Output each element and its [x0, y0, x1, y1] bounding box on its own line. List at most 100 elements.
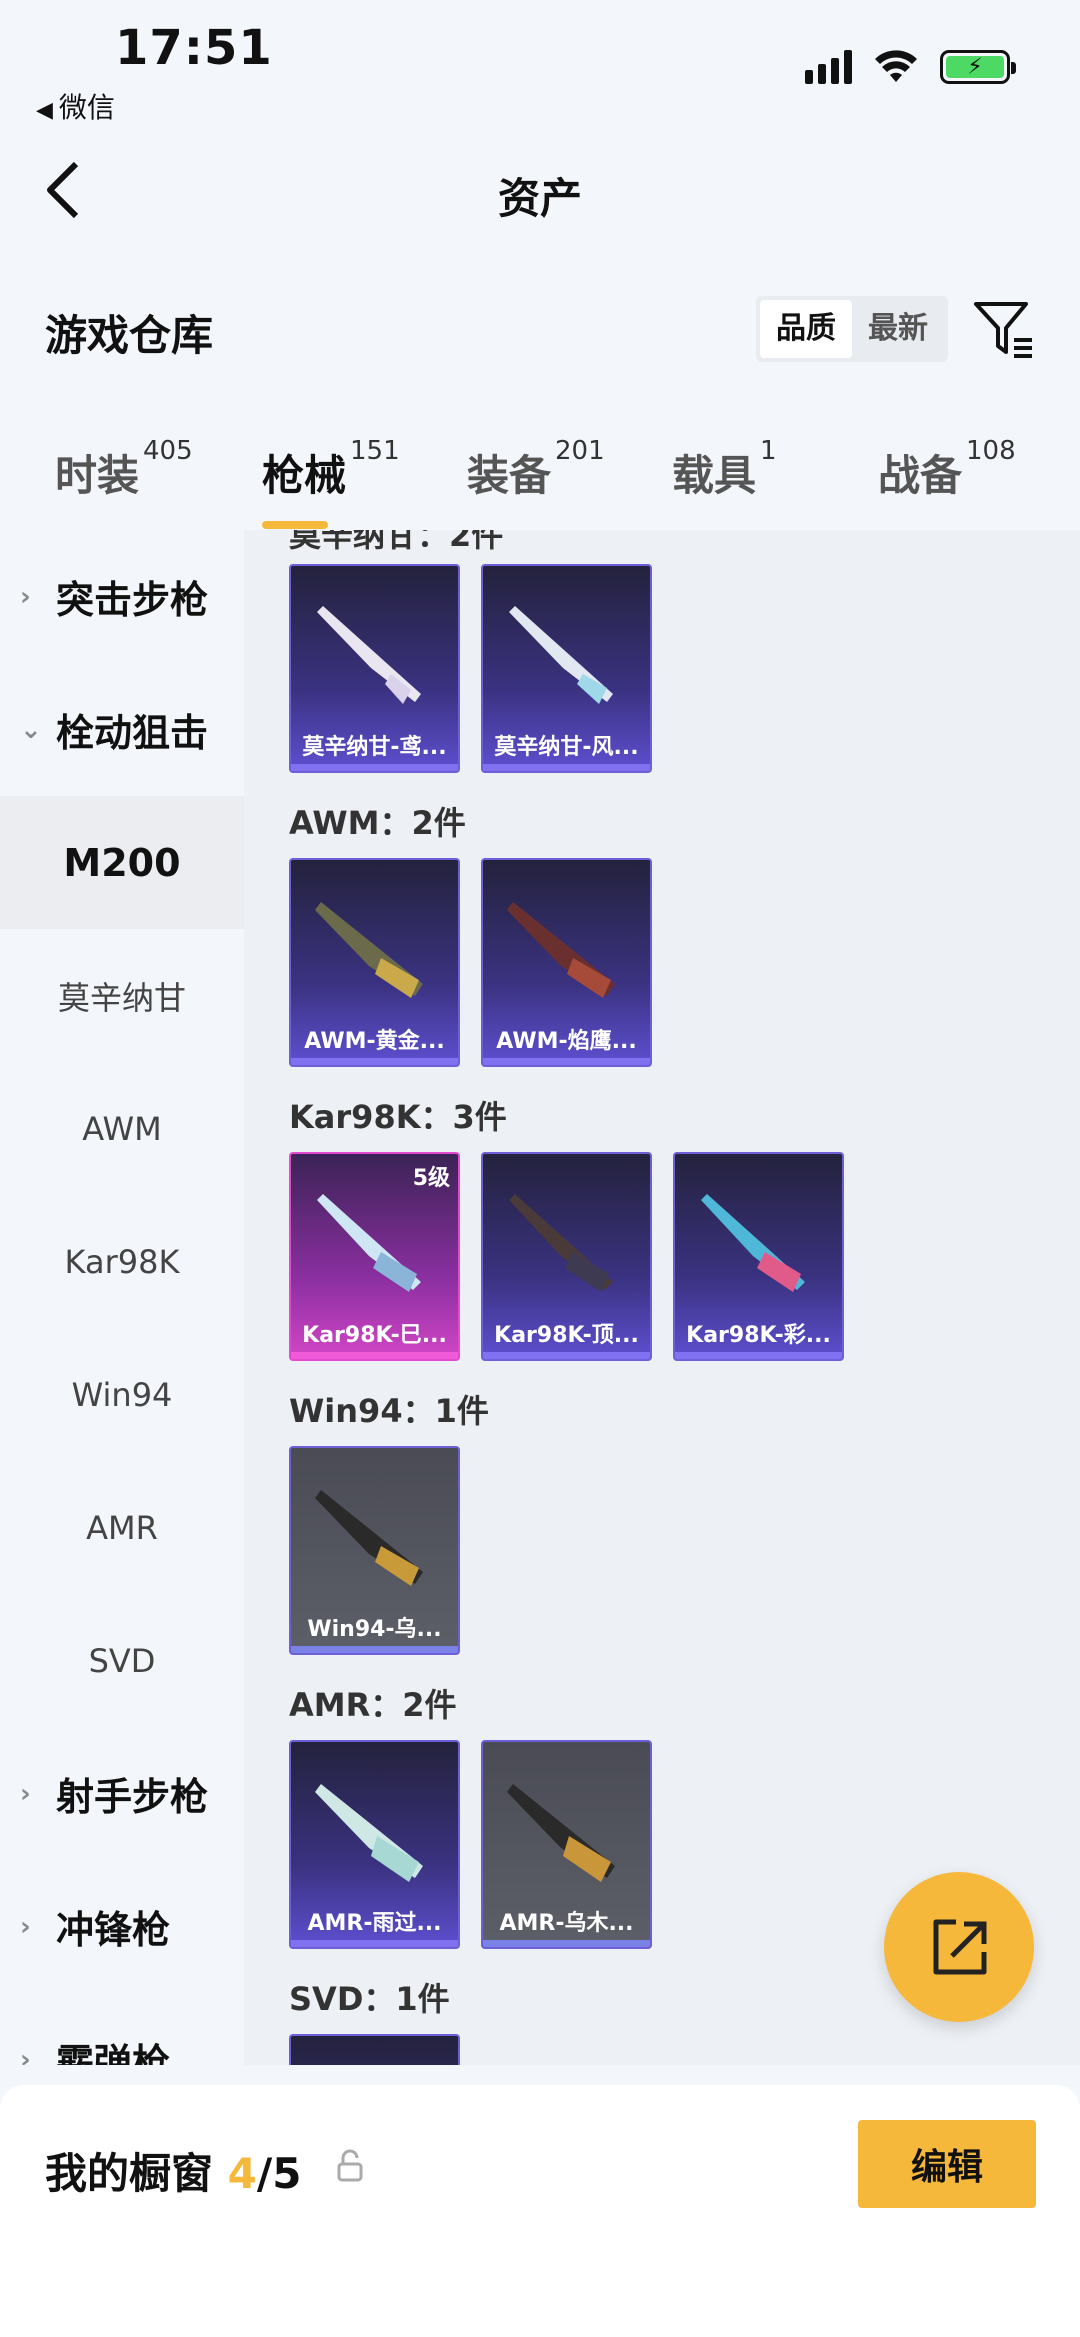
- rifle-icon: [315, 902, 423, 998]
- rifle-icon: [509, 1194, 613, 1292]
- nav-bar: 资产: [0, 140, 1080, 240]
- group-label-svd: SVD：1件: [289, 1980, 450, 2018]
- rifle-icon: [315, 1490, 423, 1586]
- chevron-right-icon: ›: [20, 581, 31, 612]
- chevron-right-icon: ›: [20, 2044, 31, 2066]
- sidebar-item-label: 突击步枪: [56, 578, 209, 622]
- status-time: 17:51: [115, 20, 273, 76]
- tab-fashion[interactable]: 时装 405: [55, 436, 193, 503]
- tab-count: 151: [350, 436, 400, 466]
- sidebar-item-label: 霰弹枪: [56, 2041, 171, 2065]
- sort-latest[interactable]: 最新: [852, 300, 944, 358]
- showcase-panel: 我的橱窗 4/5 编辑: [0, 2085, 1080, 2337]
- rifle-icon: [315, 1784, 423, 1882]
- filter-icon[interactable]: [970, 296, 1036, 362]
- back-app-label: 微信: [58, 91, 115, 124]
- lock-icon: [337, 2149, 363, 2182]
- weapon-card[interactable]: Win94-乌...: [289, 1446, 460, 1655]
- sidebar-item-m200[interactable]: M200: [0, 796, 244, 929]
- edit-button[interactable]: 编辑: [858, 2120, 1036, 2208]
- sidebar-item-marksman-rifle[interactable]: › 射手步枪: [0, 1727, 244, 1860]
- weapon-card[interactable]: [289, 2034, 460, 2065]
- rifle-icon: [509, 606, 613, 704]
- warehouse-title: 游戏仓库: [45, 311, 214, 360]
- sidebar-item-amr[interactable]: AMR: [0, 1461, 244, 1594]
- tab-count: 405: [143, 436, 193, 466]
- tab-vehicles[interactable]: 载具 1: [672, 436, 777, 503]
- group-label-awm: AWM：2件: [289, 804, 466, 842]
- sidebar-item-assault-rifle[interactable]: › 突击步枪: [0, 530, 244, 663]
- weapon-card[interactable]: 5级 Kar98K-巳...: [289, 1152, 460, 1361]
- weapon-name: Kar98K-彩...: [686, 1323, 831, 1348]
- weapon-name: 莫辛纳甘-风...: [494, 735, 639, 760]
- showcase-label: 我的橱窗: [45, 2149, 214, 2198]
- tab-label: 载具: [672, 451, 757, 500]
- tab-equipment[interactable]: 装备 201: [467, 436, 605, 503]
- tab-label: 时装: [55, 451, 140, 500]
- sidebar-item-bolt-sniper[interactable]: ⌄ 栓动狙击: [0, 663, 244, 796]
- group-label-amr: AMR：2件: [289, 1686, 457, 1724]
- signal-icon: [805, 50, 852, 84]
- rifle-icon: [317, 1194, 421, 1292]
- weapon-name: 莫辛纳甘-鸢...: [302, 735, 447, 760]
- weapon-card[interactable]: AWM-黄金...: [289, 858, 460, 1067]
- share-button[interactable]: [884, 1872, 1034, 2022]
- showcase-total: /5: [256, 2149, 302, 2198]
- page-title: 资产: [497, 174, 582, 223]
- group-label-mosin: 莫辛纳甘：2件: [289, 530, 504, 554]
- chevron-right-icon: ›: [20, 1778, 31, 1809]
- tab-gear[interactable]: 战备 108: [878, 436, 1016, 503]
- sidebar-item-label: 射手步枪: [56, 1775, 209, 1819]
- tab-count: 1: [760, 436, 777, 466]
- chevron-down-icon: ⌄: [20, 714, 42, 745]
- group-label-kar98k: Kar98K：3件: [289, 1098, 507, 1136]
- weapon-card[interactable]: AWM-焰鹰...: [481, 858, 652, 1067]
- sidebar-item-label: 栓动狙击: [56, 711, 209, 755]
- sidebar-item-label: 冲锋枪: [56, 1908, 171, 1952]
- back-triangle-icon: ◀: [36, 98, 53, 123]
- tab-label: 装备: [467, 451, 552, 500]
- weapon-card[interactable]: Kar98K-彩...: [673, 1152, 844, 1361]
- weapon-card[interactable]: AMR-乌木...: [481, 1740, 652, 1949]
- sort-toggle: 品质 最新: [756, 296, 948, 362]
- sidebar-item-svd[interactable]: SVD: [0, 1594, 244, 1727]
- rifle-icon: [317, 606, 421, 704]
- weapon-card[interactable]: Kar98K-顶...: [481, 1152, 652, 1361]
- group-label-win94: Win94：1件: [289, 1392, 489, 1430]
- rifle-icon: [701, 1194, 805, 1292]
- showcase-current: 4: [227, 2149, 257, 2198]
- tab-label: 战备: [878, 451, 963, 500]
- weapon-list: 莫辛纳甘：2件 莫辛纳甘-鸢... 莫辛纳甘-风... AWM：2件 AWM-黄…: [244, 530, 1080, 2065]
- weapon-name: AMR-乌木...: [499, 1911, 634, 1936]
- tab-count: 201: [555, 436, 605, 466]
- sidebar-item-mosin[interactable]: 莫辛纳甘: [0, 929, 244, 1062]
- weapon-card[interactable]: 莫辛纳甘-鸢...: [289, 564, 460, 773]
- rifle-icon: [507, 902, 615, 998]
- battery-icon: ⚡: [940, 50, 1016, 84]
- system-icons: ⚡: [805, 50, 1016, 84]
- tab-count: 108: [966, 436, 1016, 466]
- weapon-card[interactable]: 莫辛纳甘-风...: [481, 564, 652, 773]
- weapon-name: Kar98K-顶...: [494, 1323, 639, 1348]
- sidebar-item-smg[interactable]: › 冲锋枪: [0, 1860, 244, 1993]
- tab-firearms[interactable]: 枪械 151: [262, 436, 400, 529]
- status-bar: 17:51 ◀ 微信 ⚡: [0, 0, 1080, 130]
- tab-label: 枪械: [262, 451, 347, 500]
- sidebar-item-win94[interactable]: Win94: [0, 1328, 244, 1461]
- sort-quality[interactable]: 品质: [760, 300, 852, 358]
- weapon-name: Win94-乌...: [307, 1617, 442, 1642]
- showcase-title: 我的橱窗 4/5: [45, 2140, 301, 2201]
- weapon-name: AMR-雨过...: [307, 1911, 442, 1936]
- back-to-wechat[interactable]: ◀ 微信: [36, 86, 115, 126]
- sidebar-item-shotgun[interactable]: › 霰弹枪: [0, 1993, 244, 2065]
- sidebar-item-kar98k[interactable]: Kar98K: [0, 1195, 244, 1328]
- category-tabs: 时装 405 枪械 151 装备 201 载具 1 战备 108: [0, 420, 1080, 530]
- chevron-right-icon: ›: [20, 1911, 31, 1942]
- weapon-name: AWM-黄金...: [304, 1029, 445, 1054]
- weapon-card[interactable]: AMR-雨过...: [289, 1740, 460, 1949]
- weapon-name: AWM-焰鹰...: [496, 1029, 637, 1054]
- weapon-name: Kar98K-巳...: [302, 1323, 447, 1348]
- rifle-icon: [507, 1784, 615, 1882]
- wifi-icon: [875, 50, 917, 82]
- sidebar-item-awm[interactable]: AWM: [0, 1062, 244, 1195]
